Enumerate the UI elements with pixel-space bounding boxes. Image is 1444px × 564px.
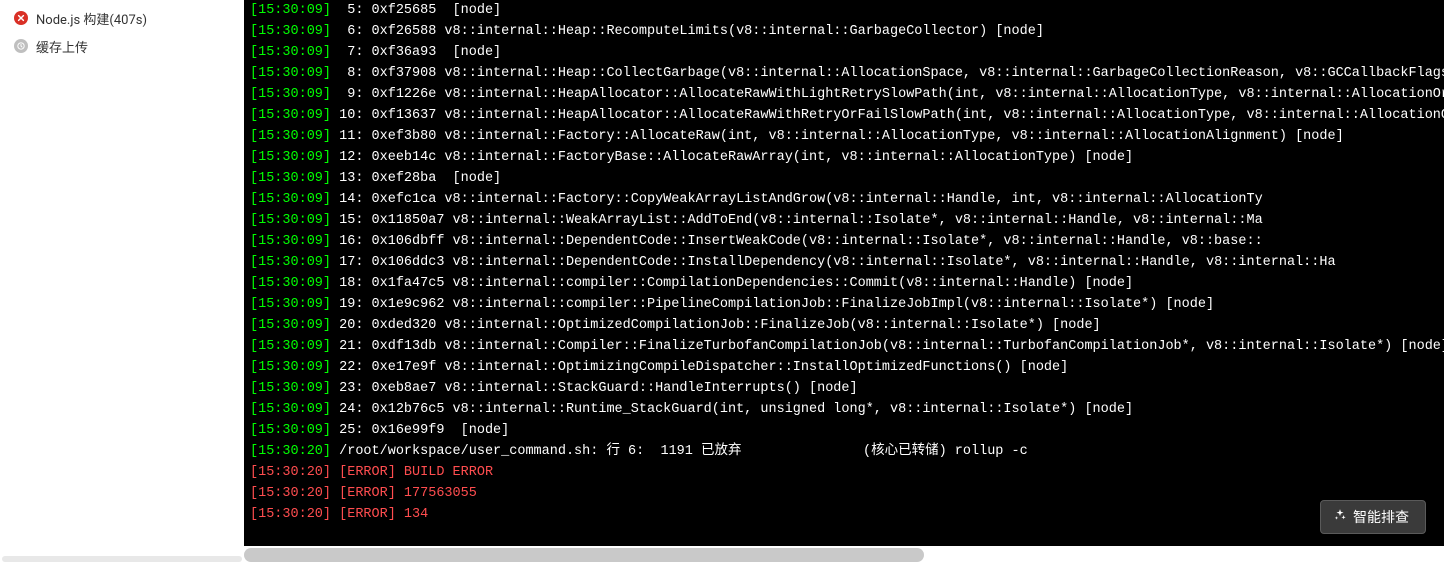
terminal-line: [15:30:09] 19: 0x1e9c962 v8::internal::c… [244,294,1444,315]
smart-diagnose-button[interactable]: 智能排查 [1320,500,1426,534]
error-icon [14,11,28,25]
terminal-line: [15:30:09] 13: 0xef28ba [node] [244,168,1444,189]
terminal-line: [15:30:09] 10: 0xf13637 v8::internal::He… [244,105,1444,126]
terminal-line: [15:30:09] 18: 0x1fa47c5 v8::internal::c… [244,273,1444,294]
sidebar-item-1[interactable]: 缓存上传 [0,32,244,60]
terminal-line: [15:30:09] 21: 0xdf13db v8::internal::Co… [244,336,1444,357]
terminal-line: [15:30:09] 8: 0xf37908 v8::internal::Hea… [244,63,1444,84]
terminal-line: [15:30:09] 11: 0xef3b80 v8::internal::Fa… [244,126,1444,147]
terminal-line: [15:30:09] 7: 0xf36a93 [node] [244,42,1444,63]
terminal-line: [15:30:09] 12: 0xeeb14c v8::internal::Fa… [244,147,1444,168]
horizontal-scrollbar[interactable] [244,546,1444,564]
terminal-line: [15:30:20] /root/workspace/user_command.… [244,441,1444,462]
smart-diagnose-label: 智能排查 [1353,507,1409,527]
terminal-line: [15:30:20] [ERROR] BUILD ERROR [244,462,1444,483]
terminal-output[interactable]: [15:30:09] 5: 0xf25685 [node][15:30:09] … [244,0,1444,564]
terminal-line: [15:30:20] [ERROR] 134 [244,504,1444,525]
terminal-line: [15:30:09] 24: 0x12b76c5 v8::internal::R… [244,399,1444,420]
terminal-line: [15:30:09] 20: 0xded320 v8::internal::Op… [244,315,1444,336]
terminal-line: [15:30:09] 25: 0x16e99f9 [node] [244,420,1444,441]
terminal-line: [15:30:20] [ERROR] 177563055 [244,483,1444,504]
sidebar-item-label: 缓存上传 [36,37,232,56]
sidebar-item-label: Node.js 构建(407s) [36,9,232,28]
terminal-line: [15:30:09] 14: 0xefc1ca v8::internal::Fa… [244,189,1444,210]
terminal-line: [15:30:09] 5: 0xf25685 [node] [244,0,1444,21]
terminal-line: [15:30:09] 16: 0x106dbff v8::internal::D… [244,231,1444,252]
terminal-line: [15:30:09] 6: 0xf26588 v8::internal::Hea… [244,21,1444,42]
sparkle-icon [1333,508,1347,526]
terminal-line: [15:30:09] 9: 0xf1226e v8::internal::Hea… [244,84,1444,105]
steps-sidebar: Node.js 构建(407s) 缓存上传 [0,0,244,564]
terminal-line: [15:30:09] 15: 0x11850a7 v8::internal::W… [244,210,1444,231]
app-root: Node.js 构建(407s) 缓存上传 [15:30:09] 5: 0xf25… [0,0,1444,564]
scrollbar-thumb[interactable] [244,548,924,562]
terminal-line: [15:30:09] 23: 0xeb8ae7 v8::internal::St… [244,378,1444,399]
terminal-line: [15:30:09] 22: 0xe17e9f v8::internal::Op… [244,357,1444,378]
terminal-line: [15:30:09] 17: 0x106ddc3 v8::internal::D… [244,252,1444,273]
terminal-panel: [15:30:09] 5: 0xf25685 [node][15:30:09] … [244,0,1444,564]
sidebar-item-0[interactable]: Node.js 构建(407s) [0,4,244,32]
clock-icon [14,39,28,53]
